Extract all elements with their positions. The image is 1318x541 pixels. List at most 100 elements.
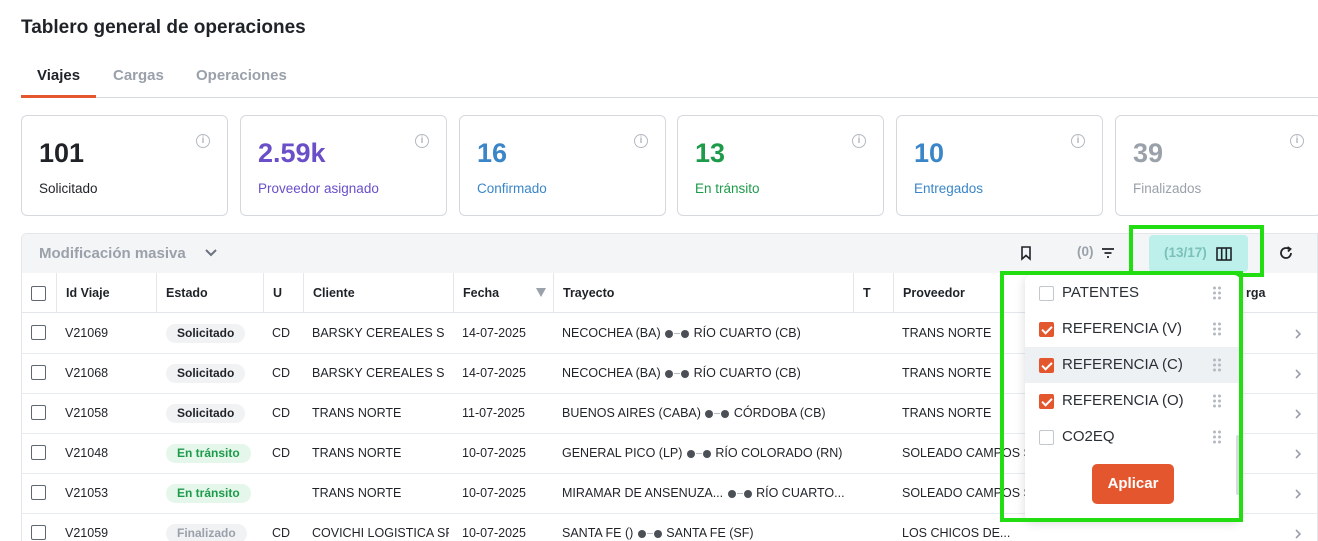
- chevron-right-icon[interactable]: [1292, 447, 1304, 461]
- col-t[interactable]: T: [853, 273, 893, 313]
- date-cell: 14-07-2025: [462, 366, 526, 380]
- provider-cell: SOLEADO CAMPOS SRL: [902, 486, 1026, 500]
- bulk-edit-label[interactable]: Modificación masiva: [39, 245, 186, 262]
- column-checkbox[interactable]: [1039, 322, 1054, 337]
- drag-handle-icon[interactable]: [1212, 322, 1222, 336]
- select-all-checkbox[interactable]: [31, 286, 46, 301]
- trip-id[interactable]: V21058: [65, 394, 155, 434]
- kpi-card[interactable]: 39 Finalizados i: [1115, 115, 1318, 216]
- trip-id[interactable]: V21068: [65, 354, 155, 394]
- col-cliente[interactable]: Cliente: [303, 273, 453, 313]
- date-cell: 10-07-2025: [462, 486, 526, 500]
- columns-button[interactable]: (13/17): [1149, 235, 1248, 272]
- trip-id[interactable]: V21069: [65, 314, 155, 354]
- drag-handle-icon[interactable]: [1212, 358, 1222, 372]
- info-icon[interactable]: i: [634, 134, 648, 148]
- kpi-value: 101: [39, 138, 85, 168]
- status-badge: En tránsito: [166, 444, 251, 463]
- column-option-label: CO2EQ: [1062, 428, 1115, 445]
- refresh-icon[interactable]: [1278, 245, 1294, 261]
- provider-cell: TRANS NORTE: [902, 326, 992, 340]
- info-icon[interactable]: i: [415, 134, 429, 148]
- col-id-viaje[interactable]: Id Viaje: [56, 273, 157, 313]
- drag-handle-icon[interactable]: [1212, 430, 1222, 444]
- apply-button[interactable]: Aplicar: [1092, 464, 1174, 504]
- sort-down-icon[interactable]: [536, 288, 546, 297]
- col-trayecto[interactable]: Trayecto: [553, 273, 854, 313]
- status-badge: En tránsito: [166, 484, 251, 503]
- drag-handle-icon[interactable]: [1212, 394, 1222, 408]
- chevron-right-icon[interactable]: [1292, 487, 1304, 501]
- chevron-right-icon[interactable]: [1292, 527, 1304, 541]
- column-option[interactable]: REFERENCIA (V): [1025, 311, 1240, 347]
- tab-operaciones[interactable]: Operaciones: [196, 60, 287, 98]
- kpi-card[interactable]: 10 Entregados i: [896, 115, 1103, 216]
- tab-viajes[interactable]: Viajes: [21, 60, 97, 98]
- column-option[interactable]: CO2EQ: [1025, 419, 1240, 455]
- column-checkbox[interactable]: [1039, 286, 1054, 301]
- route-destination: RÍO CUARTO (CB): [693, 326, 801, 340]
- column-option-label: REFERENCIA (O): [1062, 392, 1184, 409]
- route-origin: BUENOS AIRES (CABA): [562, 406, 701, 420]
- route-cell: MIRAMAR DE ANSENUZA... RÍO CUARTO...: [562, 474, 852, 514]
- drag-handle-icon[interactable]: [1212, 286, 1222, 300]
- provider-cell: LOS CHICOS DE...: [902, 526, 1011, 540]
- client-cell: TRANS NORTE: [312, 446, 402, 460]
- columns-count: (13/17): [1164, 245, 1207, 260]
- kpi-card[interactable]: 13 En tránsito i: [677, 115, 884, 216]
- col-carga[interactable]: rga: [1246, 273, 1306, 313]
- kpi-card[interactable]: 101 Solicitado i: [21, 115, 228, 216]
- info-icon[interactable]: i: [196, 134, 210, 148]
- row-checkbox[interactable]: [31, 445, 46, 460]
- column-option[interactable]: REFERENCIA (O): [1025, 383, 1240, 419]
- row-checkbox[interactable]: [31, 325, 46, 340]
- kpi-value: 2.59k: [258, 138, 326, 168]
- tab-cargas[interactable]: Cargas: [113, 60, 164, 98]
- chevron-right-icon[interactable]: [1292, 327, 1304, 341]
- status-badge: Solicitado: [166, 324, 246, 343]
- dropdown-scrollbar[interactable]: [1236, 435, 1240, 495]
- kpi-card[interactable]: 2.59k Proveedor asignado i: [240, 115, 447, 216]
- chevron-right-icon[interactable]: [1292, 407, 1304, 421]
- client-cell: TRANS NORTE: [312, 486, 402, 500]
- row-checkbox[interactable]: [31, 525, 46, 540]
- chevron-down-icon[interactable]: [203, 244, 219, 260]
- filter-icon[interactable]: [1100, 245, 1116, 261]
- row-checkbox[interactable]: [31, 485, 46, 500]
- trip-id[interactable]: V21048: [65, 434, 155, 474]
- col-u[interactable]: U: [263, 273, 303, 313]
- col-fecha[interactable]: Fecha: [453, 273, 553, 313]
- column-checkbox[interactable]: [1039, 358, 1054, 373]
- column-option[interactable]: PATENTES: [1025, 275, 1240, 311]
- client-cell: TRANS NORTE: [312, 406, 402, 420]
- unit-cell: CD: [272, 446, 291, 460]
- col-proveedor[interactable]: Proveedor: [893, 273, 1043, 313]
- date-cell: 14-07-2025: [462, 326, 526, 340]
- row-checkbox[interactable]: [31, 365, 46, 380]
- col-estado[interactable]: Estado: [156, 273, 263, 313]
- column-checkbox[interactable]: [1039, 394, 1054, 409]
- unit-cell: CD: [272, 526, 291, 540]
- columns-dropdown: PATENTES REFERENCIA (V) REFERENCIA (C) REFE…: [1025, 275, 1240, 521]
- kpi-card[interactable]: 16 Confirmado i: [459, 115, 666, 216]
- trip-id[interactable]: V21053: [65, 474, 155, 514]
- kpi-label: Confirmado: [477, 181, 547, 196]
- row-checkbox[interactable]: [31, 405, 46, 420]
- route-cell: GENERAL PICO (LP) RÍO COLORADO (RN): [562, 434, 852, 474]
- route-destination: RÍO CUARTO (CB): [693, 366, 801, 380]
- status-badge: Finalizado: [166, 524, 247, 541]
- status-badge: Solicitado: [166, 404, 246, 423]
- unit-cell: CD: [272, 366, 291, 380]
- column-option[interactable]: REFERENCIA (C): [1025, 347, 1240, 383]
- kpi-value: 10: [914, 138, 945, 168]
- info-icon[interactable]: i: [1290, 134, 1304, 148]
- route-dots-icon: [664, 366, 690, 380]
- bookmark-icon[interactable]: [1018, 245, 1034, 261]
- trip-id[interactable]: V21059: [65, 514, 155, 541]
- chevron-right-icon[interactable]: [1292, 367, 1304, 381]
- info-icon[interactable]: i: [852, 134, 866, 148]
- date-cell: 10-07-2025: [462, 526, 526, 540]
- column-checkbox[interactable]: [1039, 430, 1054, 445]
- info-icon[interactable]: i: [1071, 134, 1085, 148]
- kpi-value: 16: [477, 138, 508, 168]
